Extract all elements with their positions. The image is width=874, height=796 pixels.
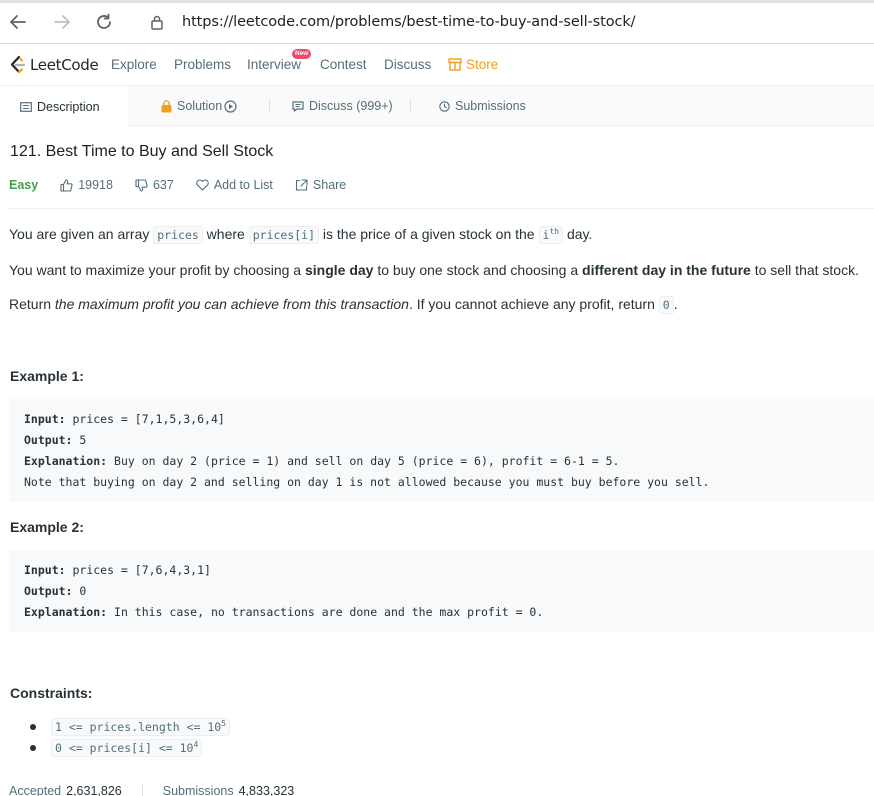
tab-description-label: Description (37, 99, 100, 114)
store-icon (448, 58, 462, 71)
add-to-list-button[interactable]: Add to List (196, 178, 273, 192)
constraints-title: Constraints: (10, 685, 93, 701)
dislikes-count: 637 (152, 178, 174, 192)
comment-icon (292, 100, 304, 112)
description-paragraph-2: You want to maximize your profit by choo… (9, 262, 859, 278)
heart-icon (196, 179, 209, 191)
clock-icon (439, 100, 450, 112)
thumbs-up-icon (60, 178, 73, 192)
nav-discuss[interactable]: Discuss (384, 57, 431, 72)
difficulty-badge: Easy (9, 178, 39, 192)
description-paragraph-1: You are given an array prices where pric… (9, 226, 593, 244)
example-1-title: Example 1: (10, 368, 84, 384)
constraint-code: 1 <= prices.length <= 105 (51, 718, 230, 736)
tab-discuss-label: Discuss (999+) (309, 99, 393, 113)
back-button[interactable] (6, 10, 30, 34)
stats-separator (141, 784, 143, 796)
accepted-value: 2,631,826 (66, 784, 122, 796)
tab-submissions[interactable]: Submissions (439, 86, 526, 126)
tab-submissions-label: Submissions (455, 99, 526, 113)
arrow-right-icon (54, 15, 70, 29)
lock-icon (161, 99, 172, 112)
tab-solution-label: Solution (177, 99, 223, 113)
share-label: Share (312, 178, 347, 192)
inline-code: prices[i] (248, 226, 320, 244)
leetcode-logo-icon (10, 55, 26, 74)
reload-icon (97, 13, 111, 29)
example-2-title: Example 2: (10, 519, 84, 535)
nav-contest[interactable]: Contest (320, 57, 367, 72)
forward-button[interactable] (50, 10, 74, 34)
nav-problems[interactable]: Problems (174, 57, 231, 72)
tab-separator (410, 99, 411, 113)
problem-title: 121. Best Time to Buy and Sell Stock (10, 143, 274, 160)
tab-description[interactable]: Description (0, 86, 128, 127)
inline-code: prices (153, 226, 203, 244)
inline-code: ith (538, 226, 564, 244)
constraint-item: 1 <= prices.length <= 105 (30, 718, 230, 736)
leetcode-logo[interactable]: LeetCode (8, 53, 99, 77)
url-text[interactable]: https://leetcode.com/problems/best-time-… (182, 14, 636, 30)
bullet (30, 745, 36, 751)
tab-discuss[interactable]: Discuss (999+) (292, 86, 393, 126)
thumbs-down-icon (135, 178, 148, 192)
reload-button[interactable] (92, 10, 116, 34)
new-badge: New (292, 49, 312, 59)
problem-meta: Easy 19918 637 Add to List Share (9, 176, 368, 194)
description-paragraph-3: Return the maximum profit you can achiev… (9, 296, 678, 314)
example-2-block: Input: prices = [7,6,4,3,1] Output: 0 Expl… (9, 550, 874, 632)
site-navbar: LeetCode Explore Problems Interview New … (0, 44, 874, 86)
store-label: Store (466, 57, 499, 72)
divider (9, 208, 874, 209)
arrow-left-icon (10, 15, 26, 29)
play-circle-icon (224, 99, 237, 113)
bullet (30, 724, 36, 730)
nav-explore[interactable]: Explore (111, 57, 157, 72)
likes-count: 19918 (78, 178, 113, 192)
constraint-item: 0 <= prices[i] <= 104 (30, 739, 203, 757)
accepted-label: Accepted (9, 784, 62, 796)
share-button[interactable]: Share (295, 178, 346, 192)
like-button[interactable]: 19918 (60, 178, 113, 192)
nav-store[interactable]: Store (448, 57, 498, 72)
constraint-code: 0 <= prices[i] <= 104 (51, 739, 203, 757)
dislike-button[interactable]: 637 (135, 178, 174, 192)
submissions-value: 4,833,323 (238, 784, 295, 796)
add-to-list-label: Add to List (213, 178, 273, 192)
logo-text: LeetCode (30, 56, 99, 74)
share-icon (295, 179, 308, 191)
address-bar[interactable]: https://leetcode.com/problems/best-time-… (138, 7, 874, 37)
inline-code: 0 (658, 296, 674, 314)
nav-interview[interactable]: Interview (247, 57, 301, 72)
tab-solution[interactable]: Solution (161, 86, 237, 126)
question-tabs: Description Solution Discuss (999+) Subm… (0, 86, 874, 127)
tab-strip-edge (0, 0, 874, 3)
description-icon (20, 101, 32, 112)
submission-stats: Accepted 2,631,826 Submissions 4,833,323 (9, 784, 294, 796)
lock-icon[interactable] (146, 11, 168, 33)
submissions-label: Submissions (162, 784, 234, 796)
tab-separator (269, 99, 270, 113)
example-1-block: Input: prices = [7,1,5,3,6,4] Output: 5 Ex… (9, 399, 874, 502)
browser-toolbar: https://leetcode.com/problems/best-time-… (0, 0, 874, 44)
